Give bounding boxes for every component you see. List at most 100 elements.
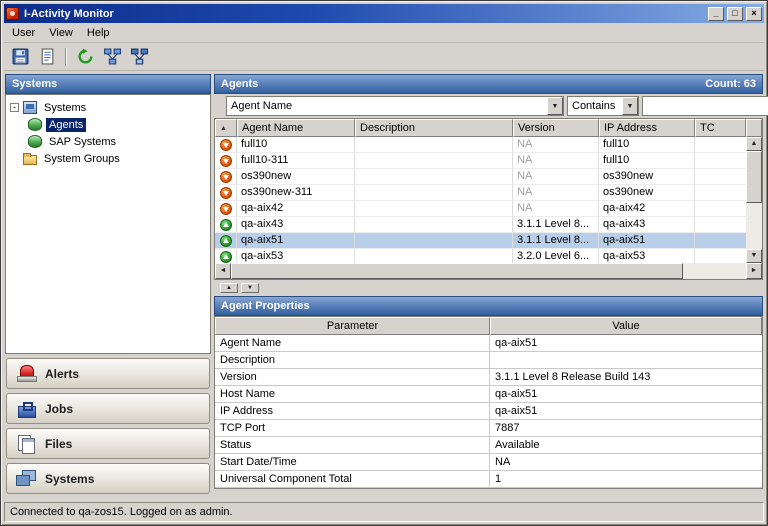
- agent-ip-cell: qa-aix53: [599, 249, 695, 263]
- column-header-status[interactable]: ▲: [215, 119, 237, 137]
- agent-name-cell: qa-aix51: [237, 233, 355, 248]
- agent-row-os390new-311[interactable]: os390new-311NAos390new: [215, 185, 746, 201]
- scroll-left-icon[interactable]: ◄: [215, 263, 231, 279]
- title-bar[interactable]: I-Activity Monitor _ □ ×: [4, 4, 764, 23]
- column-header-value[interactable]: Value: [490, 317, 762, 335]
- status-cell: [215, 137, 237, 152]
- property-row-universal-component-total: Universal Component Total1: [215, 471, 762, 488]
- vertical-scrollbar-track[interactable]: [746, 203, 762, 249]
- menu-item-help[interactable]: Help: [81, 24, 118, 42]
- tree-item-system-groups[interactable]: System Groups: [8, 150, 208, 167]
- menu-item-view[interactable]: View: [43, 24, 81, 42]
- agent-ip-cell: full10: [599, 137, 695, 152]
- agent-ip-cell: qa-aix42: [599, 201, 695, 216]
- column-header-version[interactable]: Version: [513, 119, 599, 137]
- agent-ip-cell: os390new: [599, 169, 695, 184]
- filter-bar: Agent Name ▼ Contains ▼: [214, 94, 763, 118]
- accordion-alerts[interactable]: Alerts: [6, 358, 210, 389]
- accordion-systems[interactable]: Systems: [6, 463, 210, 494]
- property-row-version: Version3.1.1 Level 8 Release Build 143: [215, 369, 762, 386]
- close-button[interactable]: ×: [746, 7, 762, 21]
- agent-tcp-cell: [695, 137, 746, 152]
- properties-table: ParameterValueAgent Nameqa-aix51Descript…: [214, 316, 763, 489]
- agent-row-qa-aix43[interactable]: qa-aix433.1.1 Level 8...qa-aix43: [215, 217, 746, 233]
- column-header-parameter[interactable]: Parameter: [215, 317, 490, 335]
- agent-row-full10[interactable]: full10NAfull10: [215, 137, 746, 153]
- status-down-icon: [220, 203, 232, 215]
- property-value: [490, 352, 762, 369]
- refresh-icon[interactable]: [73, 46, 97, 68]
- app-window: I-Activity Monitor _ □ × UserViewHelp Sy…: [0, 0, 768, 526]
- alerts-icon: [16, 364, 36, 383]
- properties-panel-header: Agent Properties: [214, 296, 763, 316]
- tree-item-label: System Groups: [41, 152, 123, 166]
- tree-item-systems[interactable]: -Systems: [8, 99, 208, 116]
- agent-row-qa-aix51[interactable]: qa-aix513.1.1 Level 8...qa-aix51: [215, 233, 746, 249]
- systems-panel-title: Systems: [12, 78, 57, 90]
- agent-version-cell: 3.2.0 Level 6...: [513, 249, 599, 263]
- accordion-jobs[interactable]: Jobs: [6, 393, 210, 424]
- dropdown-arrow-icon[interactable]: ▼: [622, 97, 638, 115]
- network-b-icon[interactable]: [127, 46, 151, 68]
- property-name: Host Name: [215, 386, 490, 403]
- status-cell: [215, 217, 237, 232]
- scroll-right-icon[interactable]: ►: [746, 263, 762, 279]
- status-text: Connected to qa-zos15. Logged on as admi…: [10, 506, 233, 518]
- minimize-button[interactable]: _: [708, 7, 724, 21]
- collapse-up-icon[interactable]: ▲: [220, 283, 238, 293]
- agent-version-cell: NA: [513, 185, 599, 200]
- status-down-icon: [220, 187, 232, 199]
- tree-item-sap-systems[interactable]: SAP Systems: [8, 133, 208, 150]
- property-name: Version: [215, 369, 490, 386]
- vertical-scrollbar[interactable]: ▲ ▼: [746, 137, 762, 263]
- report-icon[interactable]: [35, 46, 59, 68]
- agent-name-cell: qa-aix42: [237, 201, 355, 216]
- property-value: qa-aix51: [490, 386, 762, 403]
- vertical-scrollbar-thumb[interactable]: [746, 151, 762, 203]
- menu-item-user[interactable]: User: [6, 24, 43, 42]
- agent-row-os390new[interactable]: os390newNAos390new: [215, 169, 746, 185]
- tree-item-agents[interactable]: Agents: [8, 116, 208, 133]
- agent-tcp-cell: [695, 185, 746, 200]
- agent-row-qa-aix42[interactable]: qa-aix42NAqa-aix42: [215, 201, 746, 217]
- status-bar: Connected to qa-zos15. Logged on as admi…: [4, 502, 764, 522]
- agent-row-full10-311[interactable]: full10-311NAfull10: [215, 153, 746, 169]
- status-down-icon: [220, 171, 232, 183]
- main-content: Systems -SystemsAgentsSAP SystemsSystem …: [4, 71, 764, 500]
- systems-tree: -SystemsAgentsSAP Systems System Groups: [5, 94, 211, 354]
- tree-collapse-icon[interactable]: -: [10, 103, 19, 112]
- status-up-icon: [220, 219, 232, 231]
- collapse-down-icon[interactable]: ▼: [241, 283, 259, 293]
- column-header-description[interactable]: Description: [355, 119, 513, 137]
- jobs-icon: [16, 399, 36, 418]
- filter-field-select[interactable]: Agent Name ▼: [226, 96, 564, 116]
- agent-tcp-cell: [695, 217, 746, 232]
- horizontal-scrollbar-track[interactable]: [683, 263, 746, 279]
- network-a-icon[interactable]: [100, 46, 124, 68]
- systems-icon: [16, 469, 36, 488]
- filter-text-input[interactable]: [642, 96, 768, 116]
- status-cell: [215, 185, 237, 200]
- save-icon[interactable]: [8, 46, 32, 68]
- agent-row-qa-aix53[interactable]: qa-aix533.2.0 Level 6...qa-aix53: [215, 249, 746, 263]
- menu-bar: UserViewHelp: [4, 23, 764, 43]
- scroll-down-icon[interactable]: ▼: [746, 249, 762, 263]
- dropdown-arrow-icon[interactable]: ▼: [547, 97, 563, 115]
- scroll-up-icon[interactable]: ▲: [746, 137, 762, 151]
- filter-operator-select[interactable]: Contains ▼: [567, 96, 639, 116]
- pane-splitter[interactable]: ▲ ▼: [214, 280, 763, 296]
- property-row-ip-address: IP Addressqa-aix51: [215, 403, 762, 420]
- maximize-button[interactable]: □: [727, 7, 743, 21]
- horizontal-scrollbar-thumb[interactable]: [231, 263, 683, 279]
- column-header-tc[interactable]: TC: [695, 119, 746, 137]
- property-value: qa-aix51: [490, 335, 762, 352]
- property-name: Agent Name: [215, 335, 490, 352]
- horizontal-scrollbar[interactable]: ◄ ►: [215, 263, 762, 279]
- app-icon: [6, 7, 19, 20]
- property-name: Start Date/Time: [215, 454, 490, 471]
- accordion-files[interactable]: Files: [6, 428, 210, 459]
- filter-field-value: Agent Name: [227, 97, 547, 115]
- column-header-ip-address[interactable]: IP Address: [599, 119, 695, 137]
- column-header-agent-name[interactable]: Agent Name: [237, 119, 355, 137]
- detail-pane: Agents Count: 63 Agent Name ▼ Contains ▼…: [214, 74, 763, 498]
